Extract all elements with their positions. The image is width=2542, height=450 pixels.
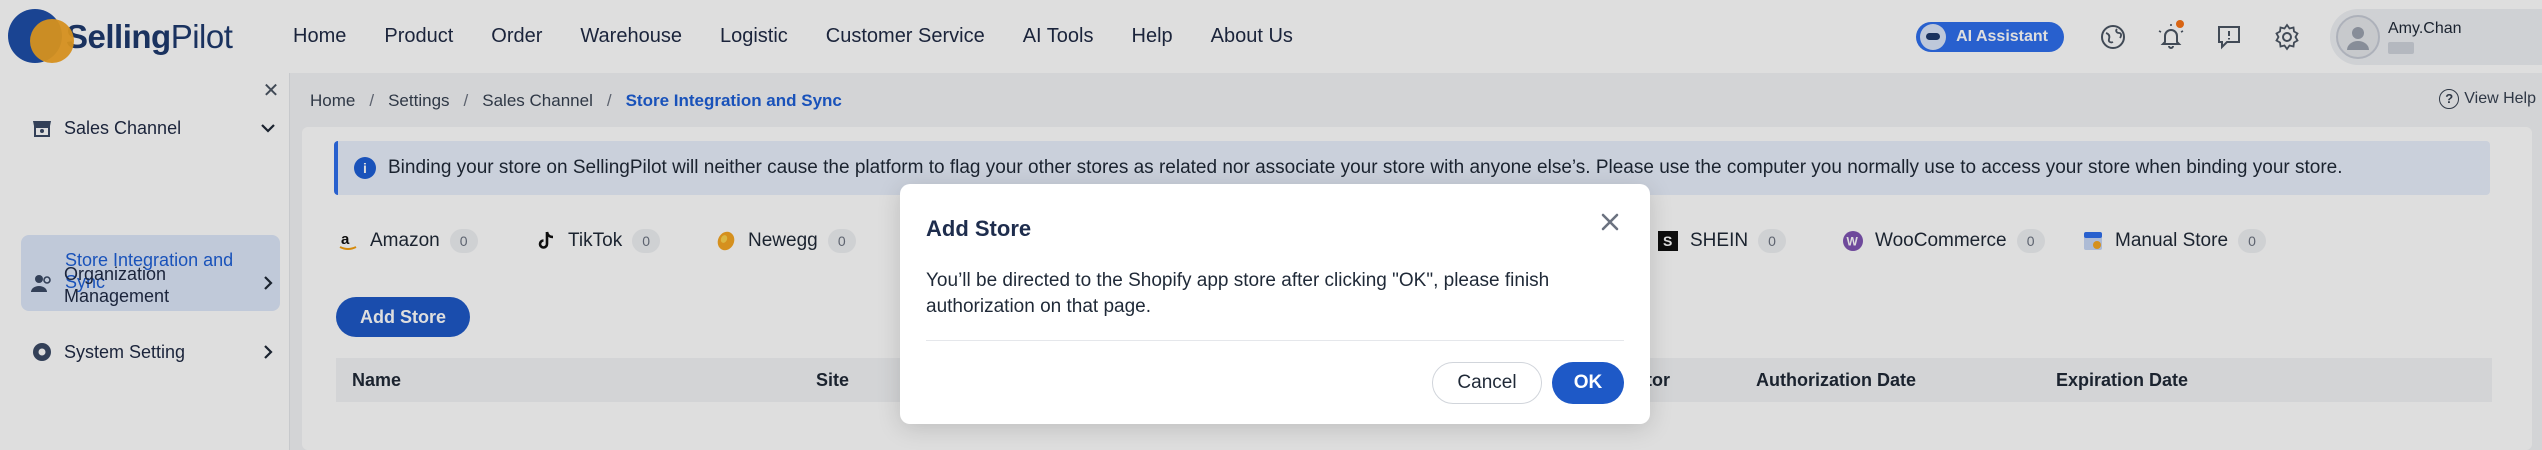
dialog-divider bbox=[926, 340, 1624, 341]
dialog-message: You’ll be directed to the Shopify app st… bbox=[926, 270, 1550, 317]
add-store-dialog: Add Store You’ll be directed to the Shop… bbox=[900, 184, 1650, 424]
ok-button[interactable]: OK bbox=[1552, 362, 1624, 404]
cancel-button[interactable]: Cancel bbox=[1432, 362, 1542, 404]
dialog-title: Add Store bbox=[926, 216, 1032, 241]
close-icon[interactable] bbox=[1596, 208, 1624, 236]
